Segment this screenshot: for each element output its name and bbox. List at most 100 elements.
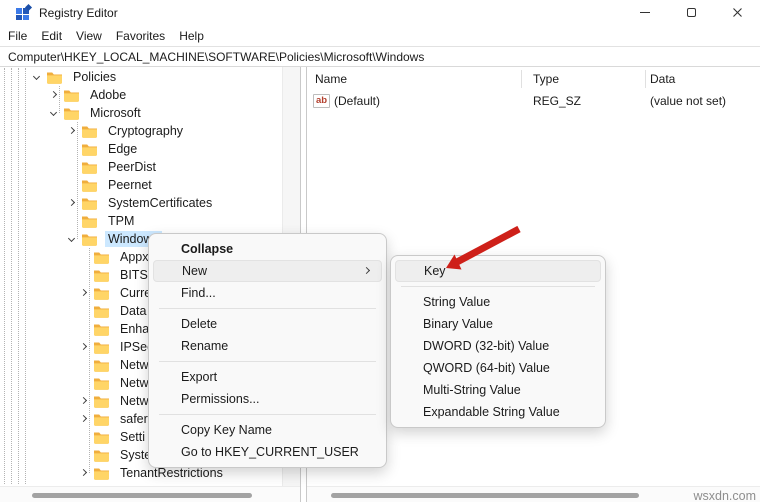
context-menu-item-rename[interactable]: Rename [153, 335, 382, 357]
maximize-button[interactable] [668, 0, 714, 25]
tree-item-label[interactable]: Data [117, 303, 149, 319]
menu-bar: File Edit View Favorites Help [0, 25, 760, 46]
menu-edit[interactable]: Edit [41, 29, 62, 43]
minimize-button[interactable] [622, 0, 668, 25]
menu-view[interactable]: View [76, 29, 102, 43]
context-menu: Collapse New Find... Delete Rename Expor… [148, 233, 387, 468]
tree-horizontal-scrollbar-thumb[interactable] [32, 493, 252, 498]
folder-icon [80, 160, 100, 174]
tree-item-edge[interactable]: Edge [0, 140, 300, 158]
chevron-right-icon[interactable] [64, 123, 80, 139]
tree-item-adobe[interactable]: Adobe [0, 86, 300, 104]
tree-item-label[interactable]: Setti [117, 429, 148, 445]
close-button[interactable] [714, 0, 760, 25]
menu-file[interactable]: File [8, 29, 27, 43]
folder-icon [45, 70, 65, 84]
tree-item-label[interactable]: Microsoft [87, 105, 144, 121]
tree-item-systemcertificates[interactable]: SystemCertificates [0, 194, 300, 212]
chevron-right-icon[interactable] [76, 411, 92, 427]
tree-item-peernet[interactable]: Peernet [0, 176, 300, 194]
chevron-down-icon[interactable] [64, 231, 80, 247]
folder-icon [92, 340, 112, 354]
folder-icon [92, 358, 112, 372]
minimize-icon [640, 12, 650, 13]
chevron-down-icon[interactable] [29, 69, 45, 85]
tree-item-label[interactable]: safer [117, 411, 151, 427]
tree-item-label[interactable]: Netw [117, 393, 151, 409]
tree-item-policies[interactable]: Policies [0, 68, 300, 86]
folder-icon [62, 88, 82, 102]
submenu-item-binary-value[interactable]: Binary Value [395, 313, 601, 335]
maximize-icon [686, 8, 696, 17]
submenu-item-string-value[interactable]: String Value [395, 291, 601, 313]
value-type: REG_SZ [533, 94, 582, 108]
tree-item-label[interactable]: Peernet [105, 177, 155, 193]
tree-item-label[interactable]: Edge [105, 141, 140, 157]
tree-item-label[interactable]: Netw [117, 357, 151, 373]
folder-icon [92, 268, 112, 282]
submenu-item-qword-value[interactable]: QWORD (64-bit) Value [395, 357, 601, 379]
registry-editor-app-icon [16, 3, 33, 20]
tree-item-cryptography[interactable]: Cryptography [0, 122, 300, 140]
submenu-item-key[interactable]: Key [395, 260, 601, 282]
folder-icon [92, 250, 112, 264]
address-path: Computer\HKEY_LOCAL_MACHINE\SOFTWARE\Pol… [8, 49, 425, 64]
chevron-right-icon[interactable] [76, 465, 92, 481]
submenu-item-dword-value[interactable]: DWORD (32-bit) Value [395, 335, 601, 357]
chevron-right-icon[interactable] [46, 87, 62, 103]
submenu-item-expandable-string-value[interactable]: Expandable String Value [395, 401, 601, 423]
folder-icon [80, 214, 100, 228]
menu-separator [159, 361, 376, 362]
title-bar: Registry Editor [0, 0, 760, 25]
folder-icon [92, 376, 112, 390]
address-bar[interactable]: Computer\HKEY_LOCAL_MACHINE\SOFTWARE\Pol… [0, 46, 760, 67]
tree-item-label[interactable]: Cryptography [105, 123, 186, 139]
tree-item-label[interactable]: Netw [117, 375, 151, 391]
submenu-item-multi-string-value[interactable]: Multi-String Value [395, 379, 601, 401]
column-header-type[interactable]: Type [533, 67, 559, 90]
watermark: wsxdn.com [693, 489, 756, 502]
context-menu-item-collapse[interactable]: Collapse [153, 238, 382, 260]
tree-item-label[interactable]: Appx [117, 249, 152, 265]
context-menu-item-copy-key-name[interactable]: Copy Key Name [153, 419, 382, 441]
context-menu-item-permissions[interactable]: Permissions... [153, 388, 382, 410]
chevron-right-icon[interactable] [76, 285, 92, 301]
folder-icon [92, 394, 112, 408]
tree-item-label[interactable]: Adobe [87, 87, 129, 103]
menu-favorites[interactable]: Favorites [116, 29, 165, 43]
tree-item-label[interactable]: Enha [117, 321, 152, 337]
context-menu-item-new[interactable]: New [153, 260, 382, 282]
bottom-scrollbar-area: wsxdn.com [0, 486, 760, 502]
value-row-default[interactable]: ab (Default) REG_SZ (value not set) [307, 90, 760, 112]
registry-editor-window: Registry Editor File Edit View Favorites… [0, 0, 760, 502]
menu-help[interactable]: Help [179, 29, 204, 43]
window-title: Registry Editor [39, 5, 118, 20]
chevron-down-icon[interactable] [46, 105, 62, 121]
tree-item-label[interactable]: BITS [117, 267, 151, 283]
tree-item-peerdist[interactable]: PeerDist [0, 158, 300, 176]
context-menu-item-goto-hkcu[interactable]: Go to HKEY_CURRENT_USER [153, 441, 382, 463]
context-menu-item-export[interactable]: Export [153, 366, 382, 388]
tree-item-label[interactable]: SystemCertificates [105, 195, 215, 211]
chevron-right-icon[interactable] [76, 393, 92, 409]
values-horizontal-scrollbar-thumb[interactable] [331, 493, 639, 498]
new-submenu: Key String Value Binary Value DWORD (32-… [390, 255, 606, 428]
column-header-data[interactable]: Data [650, 67, 675, 90]
tree-item-microsoft[interactable]: Microsoft [0, 104, 300, 122]
folder-icon [80, 232, 100, 246]
close-icon [732, 8, 742, 17]
menu-separator [159, 308, 376, 309]
tree-item-label[interactable]: Policies [70, 69, 119, 85]
value-name: (Default) [334, 94, 381, 108]
context-menu-item-find[interactable]: Find... [153, 282, 382, 304]
tree-item-label[interactable]: TPM [105, 213, 137, 229]
column-divider[interactable] [645, 70, 646, 88]
folder-icon [80, 124, 100, 138]
chevron-right-icon[interactable] [64, 195, 80, 211]
tree-item-tpm[interactable]: TPM [0, 212, 300, 230]
column-header-name[interactable]: Name [315, 67, 347, 90]
chevron-right-icon[interactable] [76, 339, 92, 355]
tree-item-label[interactable]: PeerDist [105, 159, 159, 175]
context-menu-item-delete[interactable]: Delete [153, 313, 382, 335]
column-divider[interactable] [521, 70, 522, 88]
